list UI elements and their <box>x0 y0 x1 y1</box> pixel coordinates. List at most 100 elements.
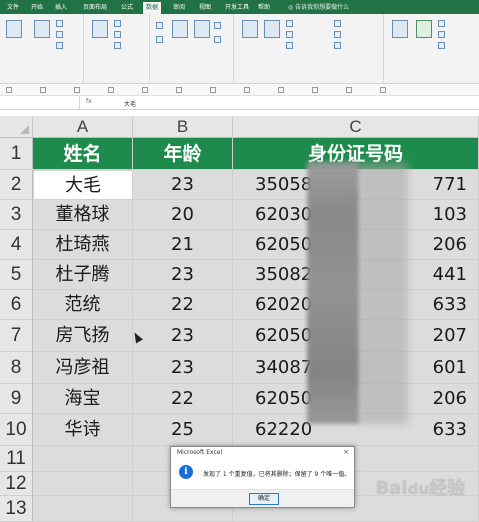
format-painter-icon[interactable] <box>108 87 114 93</box>
column-header-a[interactable]: A <box>33 116 133 138</box>
cell-age[interactable]: 22 <box>133 384 233 414</box>
tab-help[interactable]: 帮助 <box>255 2 273 14</box>
get-data-icon[interactable] <box>6 20 22 38</box>
edit-links-button[interactable] <box>114 42 123 49</box>
tab-page-layout[interactable]: 页面布局 <box>80 2 110 14</box>
undo-icon[interactable] <box>40 87 46 93</box>
column-header-b[interactable]: B <box>133 116 233 138</box>
remove-duplicates-button[interactable] <box>286 31 295 38</box>
cell-name[interactable]: 杜子腾 <box>33 260 133 290</box>
tab-review[interactable]: 审阅 <box>170 2 188 14</box>
forecast-sheet-icon[interactable] <box>416 20 432 38</box>
row-header-10[interactable]: 10 <box>0 414 33 446</box>
cell-name[interactable]: 冯彦祖 <box>33 352 133 384</box>
cell-name[interactable]: 华诗 <box>33 414 133 446</box>
sort-icon[interactable] <box>172 20 188 38</box>
subtotal-button[interactable] <box>438 42 447 49</box>
cell-name[interactable]: 房飞扬 <box>33 320 133 352</box>
cell-age[interactable]: 23 <box>133 260 233 290</box>
flash-fill-button[interactable] <box>286 20 295 27</box>
fill-color-icon[interactable] <box>176 87 182 93</box>
new-query-icon[interactable] <box>34 20 50 38</box>
redo-icon[interactable] <box>74 87 80 93</box>
row-header-4[interactable]: 4 <box>0 230 33 260</box>
advanced-button[interactable] <box>214 36 223 43</box>
row-header-12[interactable]: 12 <box>0 472 33 496</box>
ok-button[interactable]: 确定 <box>249 493 279 505</box>
row-header-6[interactable]: 6 <box>0 290 33 320</box>
from-text-button[interactable] <box>56 20 65 27</box>
sort-quick-icon[interactable] <box>346 87 352 93</box>
font-color-icon[interactable] <box>210 87 216 93</box>
flash-fill-icon[interactable] <box>264 20 280 38</box>
row-header-8[interactable]: 8 <box>0 352 33 384</box>
from-web-button[interactable] <box>56 31 65 38</box>
cell-age[interactable]: 23 <box>133 352 233 384</box>
tab-file[interactable]: 文件 <box>4 2 22 14</box>
cell-age[interactable]: 23 <box>133 320 233 352</box>
from-table-button[interactable] <box>56 42 65 49</box>
formula-input[interactable]: 大毛 <box>124 99 136 108</box>
message-dialog: Microsoft Excel × i 发现了 1 个重复值，已将其删除；保留了… <box>170 446 355 508</box>
what-if-icon[interactable] <box>392 20 408 38</box>
relationships-button[interactable] <box>334 31 343 38</box>
cell-age[interactable]: 23 <box>133 170 233 200</box>
column-header-c[interactable]: C <box>233 116 479 138</box>
data-validation-button[interactable] <box>286 42 295 49</box>
row-header-7[interactable]: 7 <box>0 320 33 352</box>
properties-button[interactable] <box>114 31 123 38</box>
tab-developer[interactable]: 开发工具 <box>222 2 252 14</box>
cell-name[interactable]: 大毛 <box>33 170 133 200</box>
cell-name[interactable]: 范统 <box>33 290 133 320</box>
cell-name[interactable]: 董格球 <box>33 200 133 230</box>
tab-home[interactable]: 开始 <box>28 2 46 14</box>
cell-age[interactable]: 22 <box>133 290 233 320</box>
manage-data-model-button[interactable] <box>334 42 343 49</box>
empty-cell[interactable] <box>33 446 133 472</box>
borders-icon[interactable] <box>142 87 148 93</box>
cell-name[interactable]: 杜琦燕 <box>33 230 133 260</box>
cell-name[interactable]: 海宝 <box>33 384 133 414</box>
header-cell-name[interactable]: 姓名 <box>33 138 133 170</box>
row-header-11[interactable]: 11 <box>0 446 33 472</box>
header-cell-age[interactable]: 年龄 <box>133 138 233 170</box>
clear-button[interactable] <box>214 22 223 29</box>
cell-age[interactable]: 20 <box>133 200 233 230</box>
tell-me-search[interactable]: ◎ 告诉我你想要做什么 <box>288 2 349 14</box>
filter-quick-icon[interactable] <box>312 87 318 93</box>
empty-cell[interactable] <box>33 472 133 496</box>
sort-asc-button[interactable] <box>156 22 165 29</box>
name-box[interactable] <box>0 96 80 110</box>
consolidate-button[interactable] <box>334 20 343 27</box>
save-icon[interactable] <box>6 87 12 93</box>
row-header-5[interactable]: 5 <box>0 260 33 290</box>
cell-age[interactable]: 21 <box>133 230 233 260</box>
select-all-corner[interactable] <box>0 116 33 138</box>
tab-formulas[interactable]: 公式 <box>118 2 136 14</box>
row-header-2[interactable]: 2 <box>0 170 33 200</box>
sort-desc-button[interactable] <box>156 36 165 43</box>
merge-icon[interactable] <box>244 87 250 93</box>
row-header-1[interactable]: 1 <box>0 138 33 170</box>
cell-age[interactable]: 25 <box>133 414 233 446</box>
tab-view[interactable]: 视图 <box>196 2 214 14</box>
queries-button[interactable] <box>114 20 123 27</box>
formula-fx-icon[interactable]: fx <box>86 98 92 105</box>
row-header-13[interactable]: 13 <box>0 496 33 522</box>
row-header-9[interactable]: 9 <box>0 384 33 414</box>
row-header-3[interactable]: 3 <box>0 200 33 230</box>
tab-insert[interactable]: 插入 <box>52 2 70 14</box>
query-icon <box>114 20 121 27</box>
chart-quick-icon[interactable] <box>380 87 386 93</box>
group-button[interactable] <box>438 20 447 27</box>
filter-icon[interactable] <box>194 20 210 38</box>
wrap-text-icon[interactable] <box>278 87 284 93</box>
ungroup-button[interactable] <box>438 31 447 38</box>
text-to-columns-icon[interactable] <box>242 20 258 38</box>
refresh-all-icon[interactable] <box>92 20 108 38</box>
close-icon[interactable]: × <box>343 448 349 457</box>
dialog-title-bar[interactable]: Microsoft Excel × <box>171 447 354 458</box>
tab-data[interactable]: 数据 <box>143 2 162 14</box>
dialog-footer: 确定 <box>171 489 354 507</box>
empty-cell[interactable] <box>33 496 133 522</box>
